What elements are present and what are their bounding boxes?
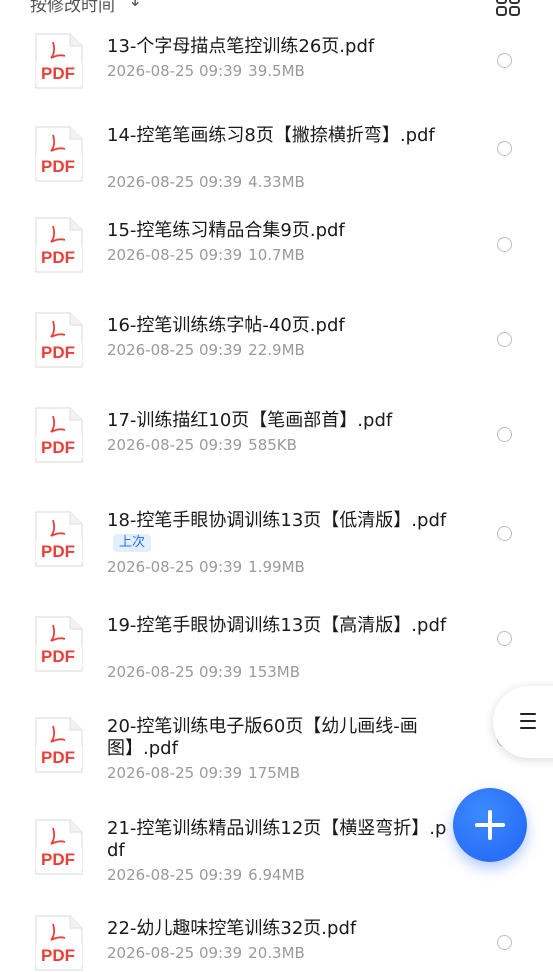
file-meta: 2026-08-25 09:39 1.99MB [107,558,305,576]
file-size: 22.9MB [248,341,305,359]
file-meta: 2026-08-25 09:39 4.33MB [107,173,305,191]
hamburger-icon [520,713,536,731]
file-date: 2026-08-25 09:39 [107,436,243,454]
file-meta: 2026-08-25 09:39 153MB [107,663,300,681]
file-date: 2026-08-25 09:39 [107,764,243,782]
pdf-label: PDF [41,438,75,457]
pdf-label: PDF [41,946,75,965]
file-date: 2026-08-25 09:39 [107,173,243,191]
select-radio[interactable] [497,332,512,347]
last-opened-badge: 上次 [113,534,152,552]
add-fab-button[interactable] [453,788,527,862]
file-name[interactable]: 13-个字母描点笔控训练26页.pdf [107,36,447,58]
pdf-label: PDF [41,343,75,362]
file-name[interactable]: 19-控笔手眼协调训练13页【高清版】.pdf [107,615,447,637]
file-meta: 2026-08-25 09:39 585KB [107,436,297,454]
pdf-label: PDF [41,64,75,83]
file-size: 10.7MB [248,246,305,264]
file-meta: 2026-08-25 09:39 39.5MB [107,62,305,80]
pdf-file-icon: PDF [35,312,83,368]
file-meta: 2026-08-25 09:39 6.94MB [107,866,305,884]
file-name[interactable]: 22-幼儿趣味控笔训练32页.pdf [107,918,447,940]
select-radio[interactable] [497,526,512,541]
sort-by-modified-button[interactable]: 按修改时间 [30,0,115,16]
file-date: 2026-08-25 09:39 [107,558,243,576]
pdf-file-icon: PDF [35,511,83,567]
pdf-file-icon: PDF [35,126,83,182]
file-name[interactable]: 16-控笔训练练字帖-40页.pdf [107,315,447,337]
file-date: 2026-08-25 09:39 [107,62,243,80]
file-name[interactable]: 17-训练描红10页【笔画部首】.pdf [107,410,447,432]
select-radio[interactable] [497,237,512,252]
file-date: 2026-08-25 09:39 [107,944,243,962]
file-meta: 2026-08-25 09:39 10.7MB [107,246,305,264]
select-radio[interactable] [497,631,512,646]
pdf-label: PDF [41,542,75,561]
pdf-file-icon: PDF [35,407,83,463]
file-size: 153MB [248,663,301,681]
file-name[interactable]: 18-控笔手眼协调训练13页【低清版】.pdf上次 [107,510,447,554]
pdf-file-icon: PDF [35,616,83,672]
file-name[interactable]: 14-控笔笔画练习8页【撇捺横折弯】.pdf [107,125,447,147]
file-date: 2026-08-25 09:39 [107,663,243,681]
sort-bar: 按修改时间 ↓ [0,0,553,18]
pdf-file-icon: PDF [35,33,83,89]
pdf-label: PDF [41,157,75,176]
pdf-label: PDF [41,248,75,267]
file-size: 4.33MB [248,173,305,191]
side-menu-tab[interactable] [493,686,553,758]
select-radio[interactable] [497,427,512,442]
pdf-label: PDF [41,850,75,869]
file-size: 585KB [248,436,297,454]
file-date: 2026-08-25 09:39 [107,246,243,264]
select-radio[interactable] [497,935,512,950]
file-meta: 2026-08-25 09:39 22.9MB [107,341,305,359]
file-name[interactable]: 21-控笔训练精品训练12页【横竖弯折】.pdf [107,818,447,862]
file-size: 20.3MB [248,944,305,962]
file-size: 175MB [248,764,301,782]
pdf-file-icon: PDF [35,915,83,971]
pdf-file-icon: PDF [35,217,83,273]
file-name[interactable]: 20-控笔训练电子版60页【幼儿画线-画图】.pdf [107,716,447,760]
select-radio[interactable] [497,141,512,156]
file-size: 6.94MB [248,866,305,884]
file-size: 1.99MB [248,558,305,576]
pdf-file-icon: PDF [35,819,83,875]
pdf-label: PDF [41,748,75,767]
sort-direction-icon[interactable]: ↓ [128,0,142,11]
file-meta: 2026-08-25 09:39 175MB [107,764,300,782]
file-date: 2026-08-25 09:39 [107,866,243,884]
file-name[interactable]: 15-控笔练习精品合集9页.pdf [107,220,447,242]
grid-view-icon[interactable] [496,0,520,16]
file-date: 2026-08-25 09:39 [107,341,243,359]
file-meta: 2026-08-25 09:39 20.3MB [107,944,305,962]
file-size: 39.5MB [248,62,305,80]
pdf-file-icon: PDF [35,717,83,773]
pdf-label: PDF [41,647,75,666]
select-radio[interactable] [497,53,512,68]
